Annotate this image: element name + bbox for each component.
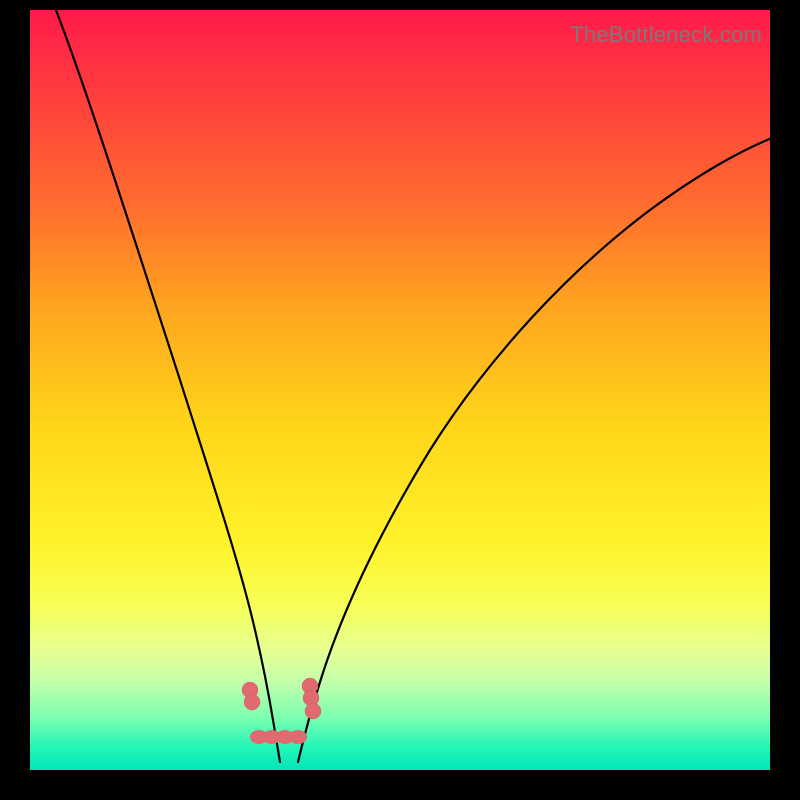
marker-dot <box>305 703 321 719</box>
right-curve <box>298 138 772 762</box>
chart-plot-area: TheBottleneck.com <box>30 10 770 770</box>
marker-dot <box>244 694 260 710</box>
left-curve <box>52 0 280 762</box>
chart-svg <box>30 10 770 770</box>
marker-dot <box>289 730 307 744</box>
